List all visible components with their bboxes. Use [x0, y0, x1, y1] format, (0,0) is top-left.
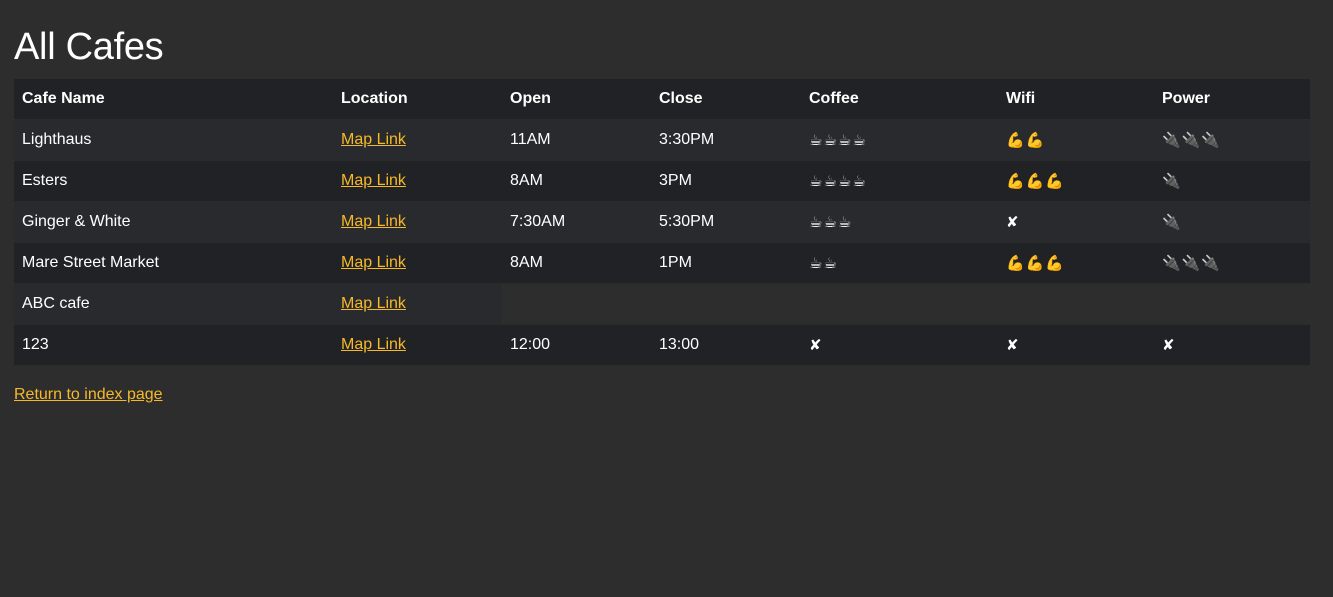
location-cell: Map Link	[333, 242, 502, 284]
table-row: Ginger & White Map Link 7:30AM 5:30PM ☕☕…	[14, 201, 1310, 243]
page-title: All Cafes	[14, 26, 164, 68]
location-cell: Map Link	[333, 201, 502, 243]
power-rating: 🔌	[1154, 160, 1310, 202]
footer: Return to index page	[14, 386, 1319, 404]
open-cell	[502, 283, 651, 325]
table-row: Mare Street Market Map Link 8AM 1PM ☕☕ 💪…	[14, 242, 1310, 284]
map-link[interactable]: Map Link	[341, 336, 406, 353]
coffee-rating: ☕☕	[801, 242, 998, 284]
power-rating: 🔌	[1154, 201, 1310, 243]
wifi-rating: 💪💪💪	[998, 160, 1154, 202]
close-cell	[651, 283, 801, 325]
table-header-row: Cafe Name Location Open Close Coffee Wif…	[14, 79, 1310, 120]
header-power: Power	[1154, 79, 1310, 120]
location-cell: Map Link	[333, 283, 502, 325]
coffee-rating: ☕☕☕☕	[801, 119, 998, 161]
open-cell: 12:00	[502, 324, 651, 366]
map-link[interactable]: Map Link	[341, 254, 406, 271]
close-cell: 1PM	[651, 242, 801, 284]
header-wifi: Wifi	[998, 79, 1154, 120]
cafes-table: Cafe Name Location Open Close Coffee Wif…	[14, 79, 1310, 366]
power-rating: 🔌🔌🔌	[1154, 119, 1310, 161]
header-cafe-name: Cafe Name	[14, 79, 333, 120]
location-cell: Map Link	[333, 160, 502, 202]
close-cell: 3:30PM	[651, 119, 801, 161]
header-open: Open	[502, 79, 651, 120]
wifi-rating: 💪💪💪	[998, 242, 1154, 284]
cafe-name-cell: Mare Street Market	[14, 242, 333, 284]
map-link[interactable]: Map Link	[341, 131, 406, 148]
open-cell: 11AM	[502, 119, 651, 161]
map-link[interactable]: Map Link	[341, 295, 406, 312]
coffee-rating: ✘	[801, 324, 998, 366]
coffee-rating: ☕☕☕☕	[801, 160, 998, 202]
table-row: Esters Map Link 8AM 3PM ☕☕☕☕ 💪💪💪 🔌	[14, 160, 1310, 202]
wifi-rating: 💪💪	[998, 119, 1154, 161]
table-row: 123 Map Link 12:00 13:00 ✘ ✘ ✘	[14, 324, 1310, 366]
page: All Cafes Cafe Name Location Open Close …	[0, 0, 1333, 404]
map-link[interactable]: Map Link	[341, 213, 406, 230]
location-cell: Map Link	[333, 324, 502, 366]
close-cell: 5:30PM	[651, 201, 801, 243]
cafe-name-cell: 123	[14, 324, 333, 366]
cafe-name-cell: Esters	[14, 160, 333, 202]
open-cell: 8AM	[502, 160, 651, 202]
coffee-rating	[801, 283, 998, 325]
return-to-index-link[interactable]: Return to index page	[14, 386, 163, 403]
close-cell: 3PM	[651, 160, 801, 202]
table-row: Lighthaus Map Link 11AM 3:30PM ☕☕☕☕ 💪💪 🔌…	[14, 119, 1310, 161]
table-row: ABC cafe Map Link	[14, 283, 1310, 325]
header-coffee: Coffee	[801, 79, 998, 120]
power-rating: ✘	[1154, 324, 1310, 366]
cafe-name-cell: Lighthaus	[14, 119, 333, 161]
power-rating	[1154, 283, 1310, 325]
location-cell: Map Link	[333, 119, 502, 161]
power-rating: 🔌🔌🔌	[1154, 242, 1310, 284]
wifi-rating	[998, 283, 1154, 325]
cafe-name-cell: Ginger & White	[14, 201, 333, 243]
header-location: Location	[333, 79, 502, 120]
close-cell: 13:00	[651, 324, 801, 366]
open-cell: 8AM	[502, 242, 651, 284]
map-link[interactable]: Map Link	[341, 172, 406, 189]
open-cell: 7:30AM	[502, 201, 651, 243]
cafe-name-cell: ABC cafe	[14, 283, 333, 325]
header-close: Close	[651, 79, 801, 120]
wifi-rating: ✘	[998, 201, 1154, 243]
wifi-rating: ✘	[998, 324, 1154, 366]
coffee-rating: ☕☕☕	[801, 201, 998, 243]
